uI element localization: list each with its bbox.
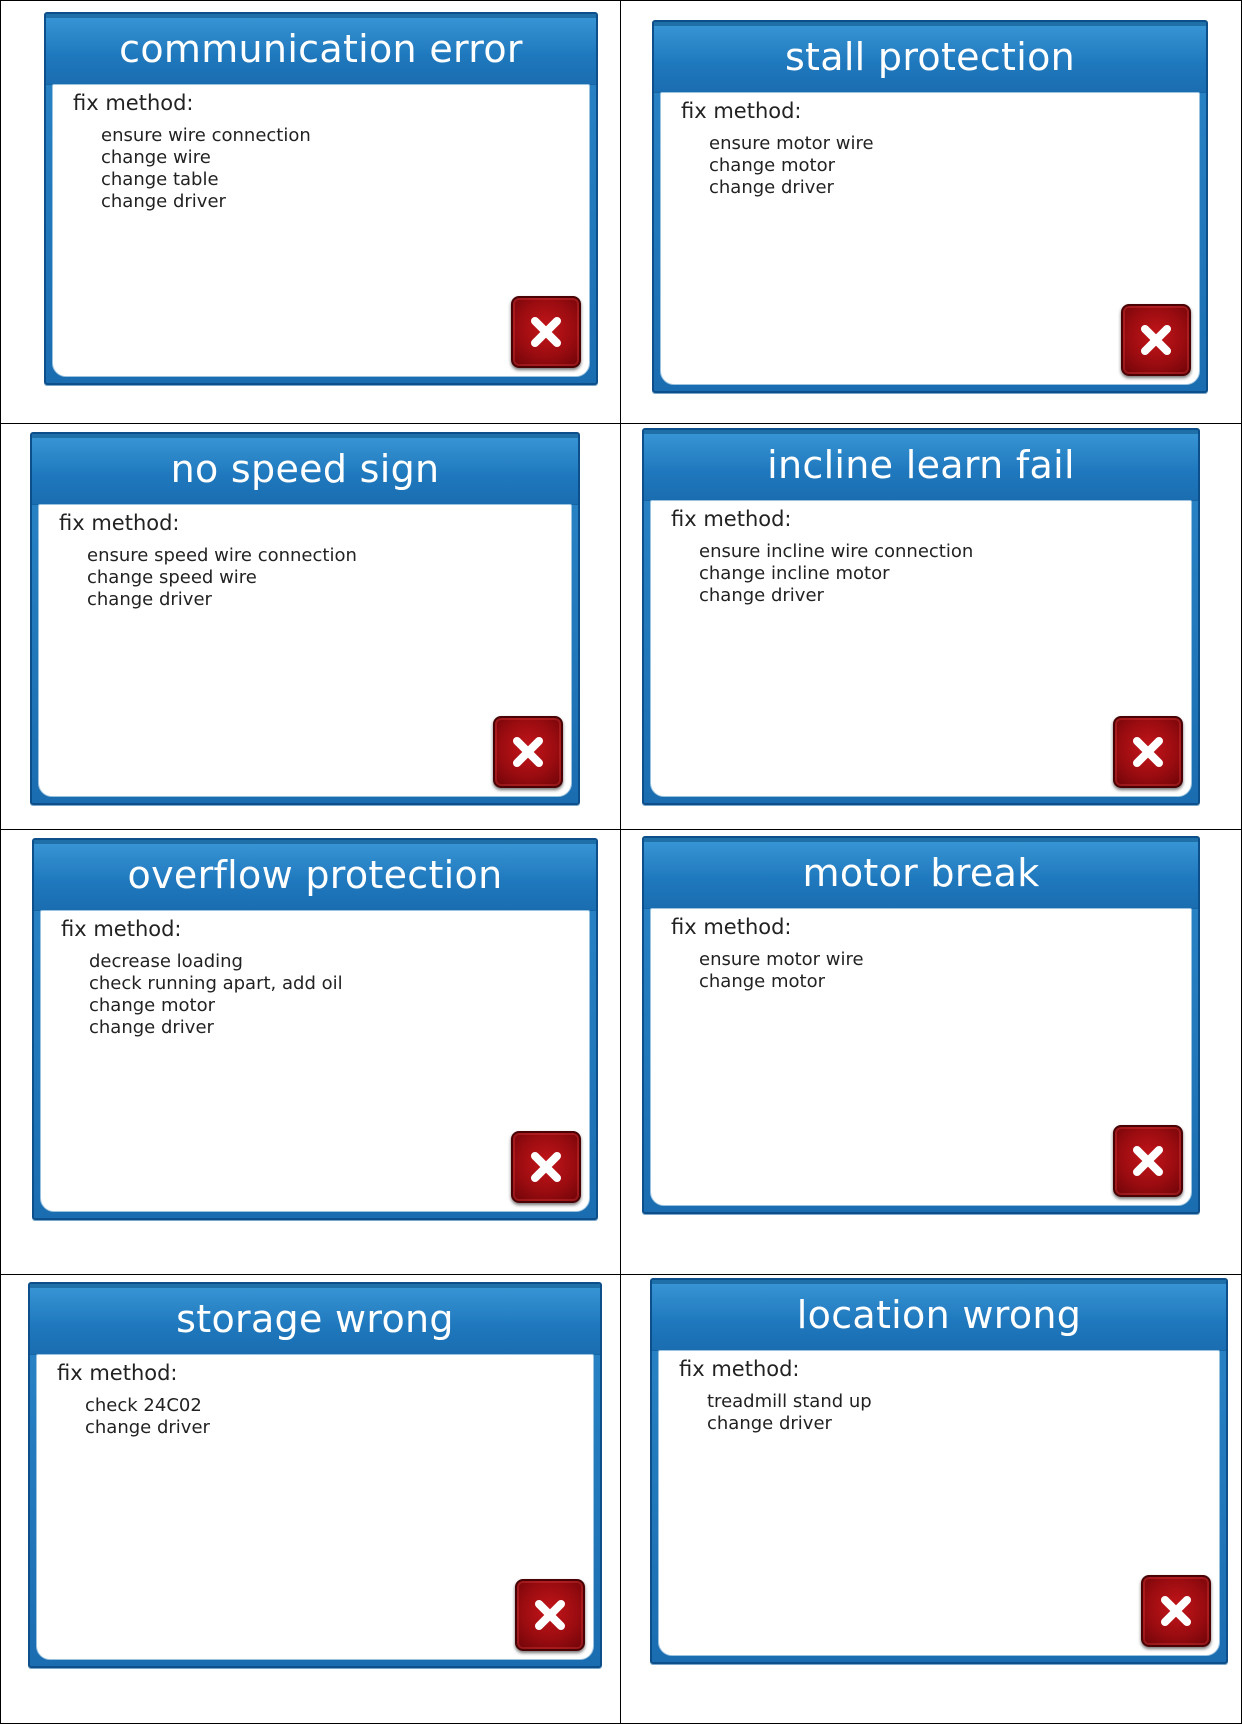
error-dialog-incline-learn-fail: incline learn fail fix method: ensure in… [642, 428, 1200, 805]
error-dialog-communication-error: communication error fix method: ensure w… [44, 12, 598, 385]
fix-step: change motor [709, 155, 835, 176]
dialog-title: motor break [644, 838, 1198, 909]
fix-step: change driver [85, 1417, 210, 1438]
close-button[interactable] [1113, 1125, 1183, 1197]
fix-steps-list: treadmill stand up change driver [707, 1391, 872, 1435]
fix-steps-list: ensure wire connection change wire chang… [101, 125, 311, 213]
error-dialog-no-speed-sign: no speed sign fix method: ensure speed w… [30, 432, 580, 805]
dialog-title: incline learn fail [644, 430, 1198, 501]
fix-steps-list: ensure speed wire connection change spee… [87, 545, 357, 611]
fix-step: change wire [101, 147, 211, 168]
fix-step: ensure incline wire connection [699, 541, 974, 562]
fix-steps-list: check 24C02 change driver [85, 1395, 210, 1439]
fix-step: ensure motor wire [699, 949, 864, 970]
dialog-body: fix method: ensure speed wire connection… [38, 504, 572, 797]
fix-step: change driver [101, 191, 226, 212]
dialog-body: fix method: ensure incline wire connecti… [650, 500, 1192, 797]
close-x-icon [1133, 1146, 1163, 1176]
fix-step: ensure motor wire [709, 133, 874, 154]
fix-step: ensure speed wire connection [87, 545, 357, 566]
close-button[interactable] [493, 716, 563, 788]
close-button[interactable] [1113, 716, 1183, 788]
dialog-body: fix method: ensure motor wire change mot… [660, 92, 1200, 385]
fix-method-label: fix method: [671, 915, 792, 939]
fix-step: check 24C02 [85, 1395, 202, 1416]
fix-step: decrease loading [89, 951, 243, 972]
close-x-icon [531, 317, 561, 347]
dialog-body: fix method: check 24C02 change driver [36, 1354, 594, 1660]
error-dialog-motor-break: motor break fix method: ensure motor wir… [642, 836, 1200, 1214]
dialog-body: fix method: decrease loading check runni… [40, 910, 590, 1212]
close-x-icon [531, 1152, 561, 1182]
fix-method-label: fix method: [681, 99, 802, 123]
fix-method-label: fix method: [61, 917, 182, 941]
fix-step: change driver [707, 1413, 832, 1434]
fix-step: change driver [89, 1017, 214, 1038]
fix-step: change table [101, 169, 219, 190]
fix-step: change driver [709, 177, 834, 198]
close-button[interactable] [511, 296, 581, 368]
dialog-body: fix method: treadmill stand up change dr… [658, 1350, 1220, 1656]
fix-method-label: fix method: [59, 511, 180, 535]
close-x-icon [513, 737, 543, 767]
close-button[interactable] [1141, 1575, 1211, 1647]
close-button[interactable] [515, 1579, 585, 1651]
fix-steps-list: ensure motor wire change motor change dr… [709, 133, 874, 199]
fix-step: change speed wire [87, 567, 257, 588]
close-button[interactable] [1121, 304, 1191, 376]
fix-step: change motor [89, 995, 215, 1016]
grid-row-divider [0, 1274, 1242, 1275]
close-x-icon [535, 1600, 565, 1630]
fix-step: change driver [87, 589, 212, 610]
fix-step: treadmill stand up [707, 1391, 872, 1412]
fix-step: change motor [699, 971, 825, 992]
error-dialog-location-wrong: location wrong fix method: treadmill sta… [650, 1278, 1228, 1664]
fix-step: change driver [699, 585, 824, 606]
fix-step: change incline motor [699, 563, 890, 584]
dialog-title: no speed sign [32, 434, 578, 505]
grid-column-divider [620, 0, 621, 1724]
dialog-body: fix method: ensure wire connection chang… [52, 84, 590, 377]
fix-steps-list: ensure motor wire change motor [699, 949, 864, 993]
fix-step: check running apart, add oil [89, 973, 343, 994]
dialog-title: location wrong [652, 1280, 1226, 1351]
fix-steps-list: ensure incline wire connection change in… [699, 541, 973, 607]
grid-row-divider [0, 423, 1242, 424]
dialog-body: fix method: ensure motor wire change mot… [650, 908, 1192, 1206]
fix-method-label: fix method: [671, 507, 792, 531]
dialog-title: storage wrong [30, 1284, 600, 1355]
dialog-title: communication error [46, 14, 596, 85]
close-x-icon [1141, 325, 1171, 355]
grid-row-divider [0, 829, 1242, 830]
close-x-icon [1133, 737, 1163, 767]
error-dialog-overflow-protection: overflow protection fix method: decrease… [32, 838, 598, 1220]
fix-method-label: fix method: [73, 91, 194, 115]
dialog-title: overflow protection [34, 840, 596, 911]
fix-method-label: fix method: [57, 1361, 178, 1385]
fix-method-label: fix method: [679, 1357, 800, 1381]
fix-steps-list: decrease loading check running apart, ad… [89, 951, 343, 1039]
close-x-icon [1161, 1596, 1191, 1626]
fix-step: ensure wire connection [101, 125, 311, 146]
error-dialog-storage-wrong: storage wrong fix method: check 24C02 ch… [28, 1282, 602, 1668]
dialog-title: stall protection [654, 22, 1206, 93]
close-button[interactable] [511, 1131, 581, 1203]
error-dialog-stall-protection: stall protection fix method: ensure moto… [652, 20, 1208, 393]
